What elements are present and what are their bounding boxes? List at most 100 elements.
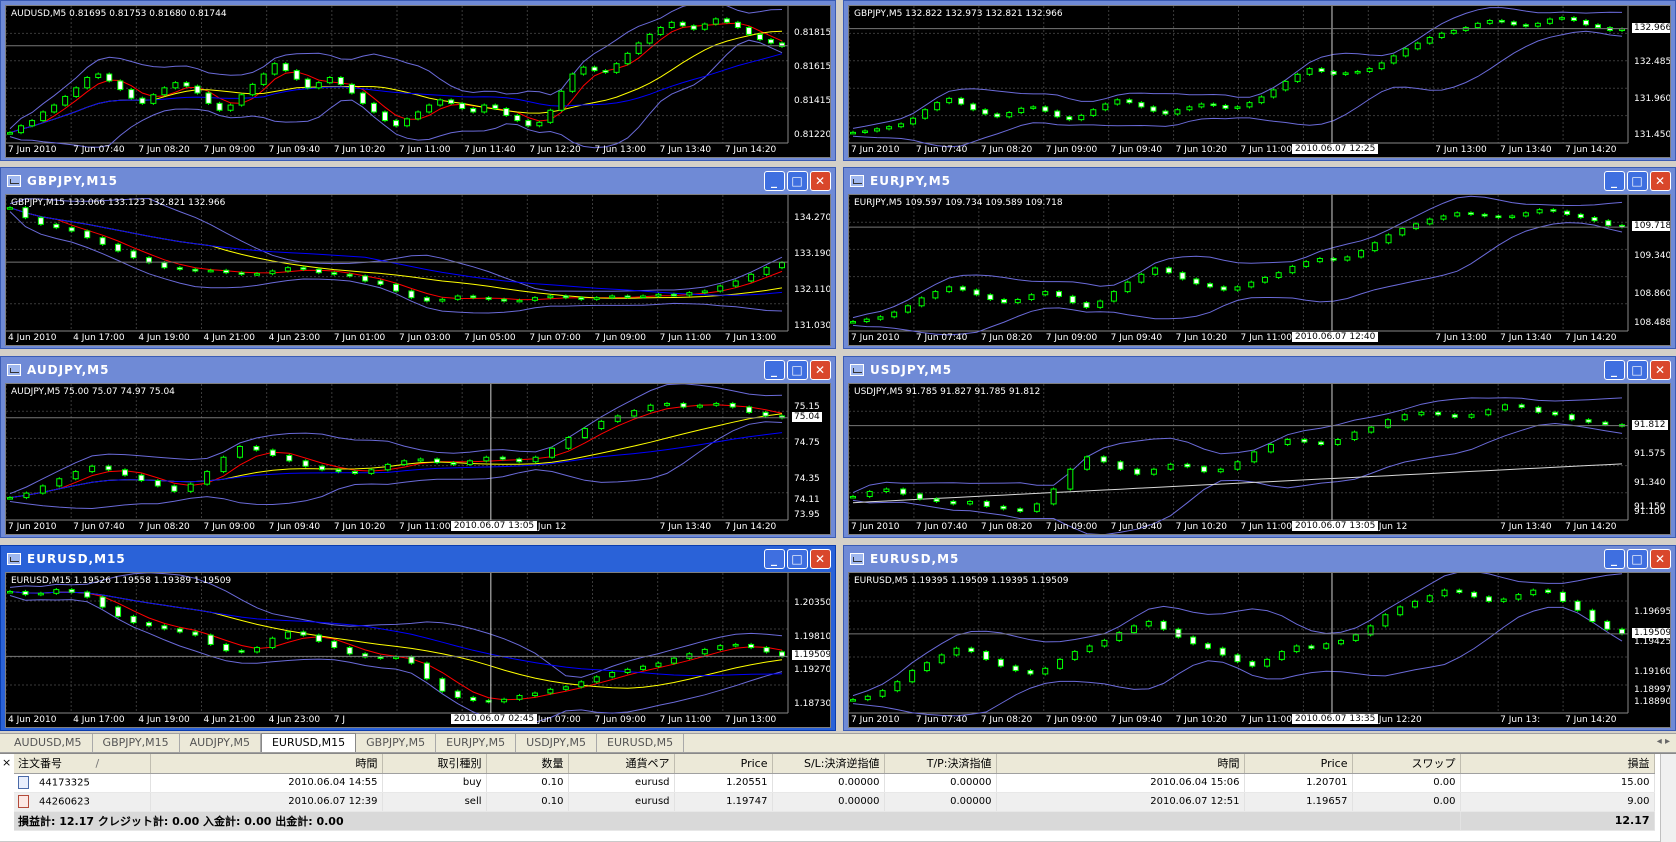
col-close-price[interactable]: Price — [1244, 754, 1353, 774]
maximize-icon[interactable]: □ — [787, 360, 808, 380]
candle-body — [271, 63, 278, 75]
time-axis-label: 7 Jun 09:40 — [1110, 145, 1163, 155]
candle-body — [779, 262, 785, 269]
candle-body — [315, 634, 322, 642]
minimize-icon[interactable]: _ — [1604, 549, 1625, 569]
tab-chart[interactable]: AUDUSD,M5 — [4, 734, 93, 752]
col-sl[interactable]: S/L:決済逆指値 — [772, 754, 885, 774]
candle-body — [238, 94, 245, 106]
candle-body — [1028, 294, 1035, 300]
time-axis-label: 7 Jun 08:20 — [980, 333, 1033, 343]
time-axis-label: 7 Jun 13:40 — [1500, 333, 1552, 343]
price-chart[interactable]: EURUSD,M5 1.19395 1.19509 1.19395 1.1950… — [848, 572, 1671, 728]
maximize-icon[interactable]: □ — [787, 171, 808, 191]
col-volume[interactable]: 数量 — [486, 754, 569, 774]
price-chart[interactable]: GBPJPY,M5 132.822 132.973 132.821 132.96… — [848, 5, 1671, 158]
price-chart[interactable]: EURJPY,M5 109.597 109.734 109.589 109.71… — [848, 194, 1671, 346]
close-icon[interactable]: ✕ — [1650, 171, 1671, 191]
window-titlebar[interactable]: EURUSD,M5 _ □ ✕ — [844, 546, 1675, 572]
col-open-price[interactable]: Price — [674, 754, 773, 774]
window-titlebar[interactable]: AUDJPY,M5 _ □ ✕ — [1, 357, 835, 383]
candle-body — [1174, 109, 1181, 115]
price-axis-label: 0.81415 — [794, 96, 831, 107]
candle-body — [404, 118, 411, 127]
chart-window-0[interactable]: AUDUSD,M5 0.81695 0.81753 0.81680 0.8174… — [0, 0, 836, 161]
candle-body — [408, 656, 415, 664]
candle-body — [680, 402, 687, 408]
chart-window-4[interactable]: AUDJPY,M5 _ □ ✕ AUDJPY,M5 75.00 75.07 74.97 … — [0, 356, 836, 538]
crosshair-time-label: 2010.06.07 02:45 — [450, 714, 538, 724]
candle-body — [646, 33, 653, 44]
candle-body — [624, 668, 631, 673]
tab-chart[interactable]: EURUSD,M5 — [597, 734, 685, 752]
col-close-time[interactable]: 時間 — [996, 754, 1245, 774]
price-chart[interactable]: AUDUSD,M5 0.81695 0.81753 0.81680 0.8174… — [5, 5, 831, 158]
minimize-icon[interactable]: _ — [764, 360, 785, 380]
price-axis-label: 132.110 — [794, 284, 831, 295]
price-axis-label: 1.18890 — [1634, 696, 1671, 707]
tab-chart[interactable]: EURUSD,M15 — [260, 733, 357, 752]
time-axis-label: 4 Jun 21:00 — [203, 715, 255, 725]
maximize-icon[interactable]: □ — [1627, 549, 1648, 569]
chart-window-6[interactable]: EURUSD,M15 _ □ ✕ EURUSD,M15 1.19526 1.19558 … — [0, 545, 836, 731]
minimize-icon[interactable]: _ — [1604, 360, 1625, 380]
candle-body — [748, 273, 755, 282]
col-order-no[interactable]: 注文番号 / — [14, 754, 151, 774]
maximize-icon[interactable]: □ — [787, 549, 808, 569]
table-row[interactable]: 44173325 2010.06.04 14:55 buy 0.10 eurusd 1.2… — [14, 773, 1655, 793]
window-titlebar[interactable]: EURUSD,M15 _ □ ✕ — [1, 546, 835, 572]
tab-chart[interactable]: GBPJPY,M15 — [93, 734, 180, 752]
chart-window-1[interactable]: GBPJPY,M5 132.822 132.973 132.821 132.96… — [843, 0, 1676, 161]
chart-window-7[interactable]: EURUSD,M5 _ □ ✕ EURUSD,M5 1.19395 1.19509 1.… — [843, 545, 1676, 731]
maximize-icon[interactable]: □ — [1627, 171, 1648, 191]
close-icon[interactable]: × — [2, 756, 11, 769]
chart-window-3[interactable]: EURJPY,M5 _ □ ✕ EURJPY,M5 109.597 109.734 10… — [843, 167, 1676, 349]
minimize-icon[interactable]: _ — [764, 171, 785, 191]
tab-chart[interactable]: AUDJPY,M5 — [180, 734, 261, 752]
candle-body — [1518, 404, 1525, 408]
price-chart[interactable]: AUDJPY,M5 75.00 75.07 74.97 75.04 75.15 75… — [5, 383, 831, 535]
window-titlebar[interactable]: EURJPY,M5 _ □ ✕ — [844, 168, 1675, 194]
maximize-icon[interactable]: □ — [1627, 360, 1648, 380]
table-cell: eurusd — [568, 773, 675, 793]
col-open-time[interactable]: 時間 — [150, 754, 383, 774]
candle-body — [1594, 24, 1601, 29]
col-symbol[interactable]: 通貨ペア — [568, 754, 675, 774]
price-chart[interactable]: GBPJPY,M15 133.066 133.123 132.821 132.9… — [5, 194, 831, 346]
close-icon[interactable]: ✕ — [810, 171, 831, 191]
chart-window-2[interactable]: GBPJPY,M15 _ □ ✕ GBPJPY,M15 133.066 133.123 … — [0, 167, 836, 349]
window-titlebar[interactable]: USDJPY,M5 _ □ ✕ — [844, 357, 1675, 383]
price-chart[interactable]: EURUSD,M15 1.19526 1.19558 1.19389 1.195… — [5, 572, 831, 728]
candle-body — [1102, 103, 1109, 111]
tab-scroll-arrows[interactable]: ◂ ▸ — [1657, 736, 1670, 747]
close-icon[interactable]: ✕ — [810, 549, 831, 569]
candle-body — [591, 66, 598, 72]
candlestick-plot — [6, 384, 789, 521]
price-axis-label: 74.11 — [794, 495, 820, 506]
minimize-icon[interactable]: _ — [764, 549, 785, 569]
chart-window-5[interactable]: USDJPY,M5 _ □ ✕ USDJPY,M5 91.785 91.827 91.7… — [843, 356, 1676, 538]
col-type[interactable]: 取引種別 — [382, 754, 487, 774]
close-icon[interactable]: ✕ — [1650, 360, 1671, 380]
close-icon[interactable]: ✕ — [810, 360, 831, 380]
price-axis-label: 108.488 — [1634, 318, 1671, 329]
candle-body — [315, 82, 322, 89]
tab-chart[interactable]: GBPJPY,M5 — [356, 734, 437, 752]
close-icon[interactable]: ✕ — [1650, 549, 1671, 569]
col-swap[interactable]: スワップ — [1352, 754, 1461, 774]
window-titlebar[interactable]: GBPJPY,M15 _ □ ✕ — [1, 168, 835, 194]
col-tp[interactable]: T/P:決済指値 — [884, 754, 997, 774]
terminal-scrollbar[interactable] — [1660, 754, 1676, 842]
candle-body — [923, 662, 930, 672]
candle-body — [898, 123, 905, 128]
candle-body — [1204, 643, 1211, 649]
price-chart[interactable]: USDJPY,M5 91.785 91.827 91.785 91.812 91.… — [848, 383, 1671, 535]
col-profit[interactable]: 損益 — [1460, 754, 1655, 774]
tab-chart[interactable]: USDJPY,M5 — [516, 734, 598, 752]
minimize-icon[interactable]: _ — [1604, 171, 1625, 191]
tab-chart[interactable]: EURJPY,M5 — [436, 734, 517, 752]
table-row[interactable]: 44260623 2010.06.07 12:39 sell 0.10 eurusd 1.… — [14, 792, 1655, 812]
time-axis-label: 7 Jun 07:40 — [915, 522, 968, 532]
time-axis-label: 7 Jun 09:00 — [203, 145, 255, 155]
candle-body — [1248, 281, 1255, 288]
